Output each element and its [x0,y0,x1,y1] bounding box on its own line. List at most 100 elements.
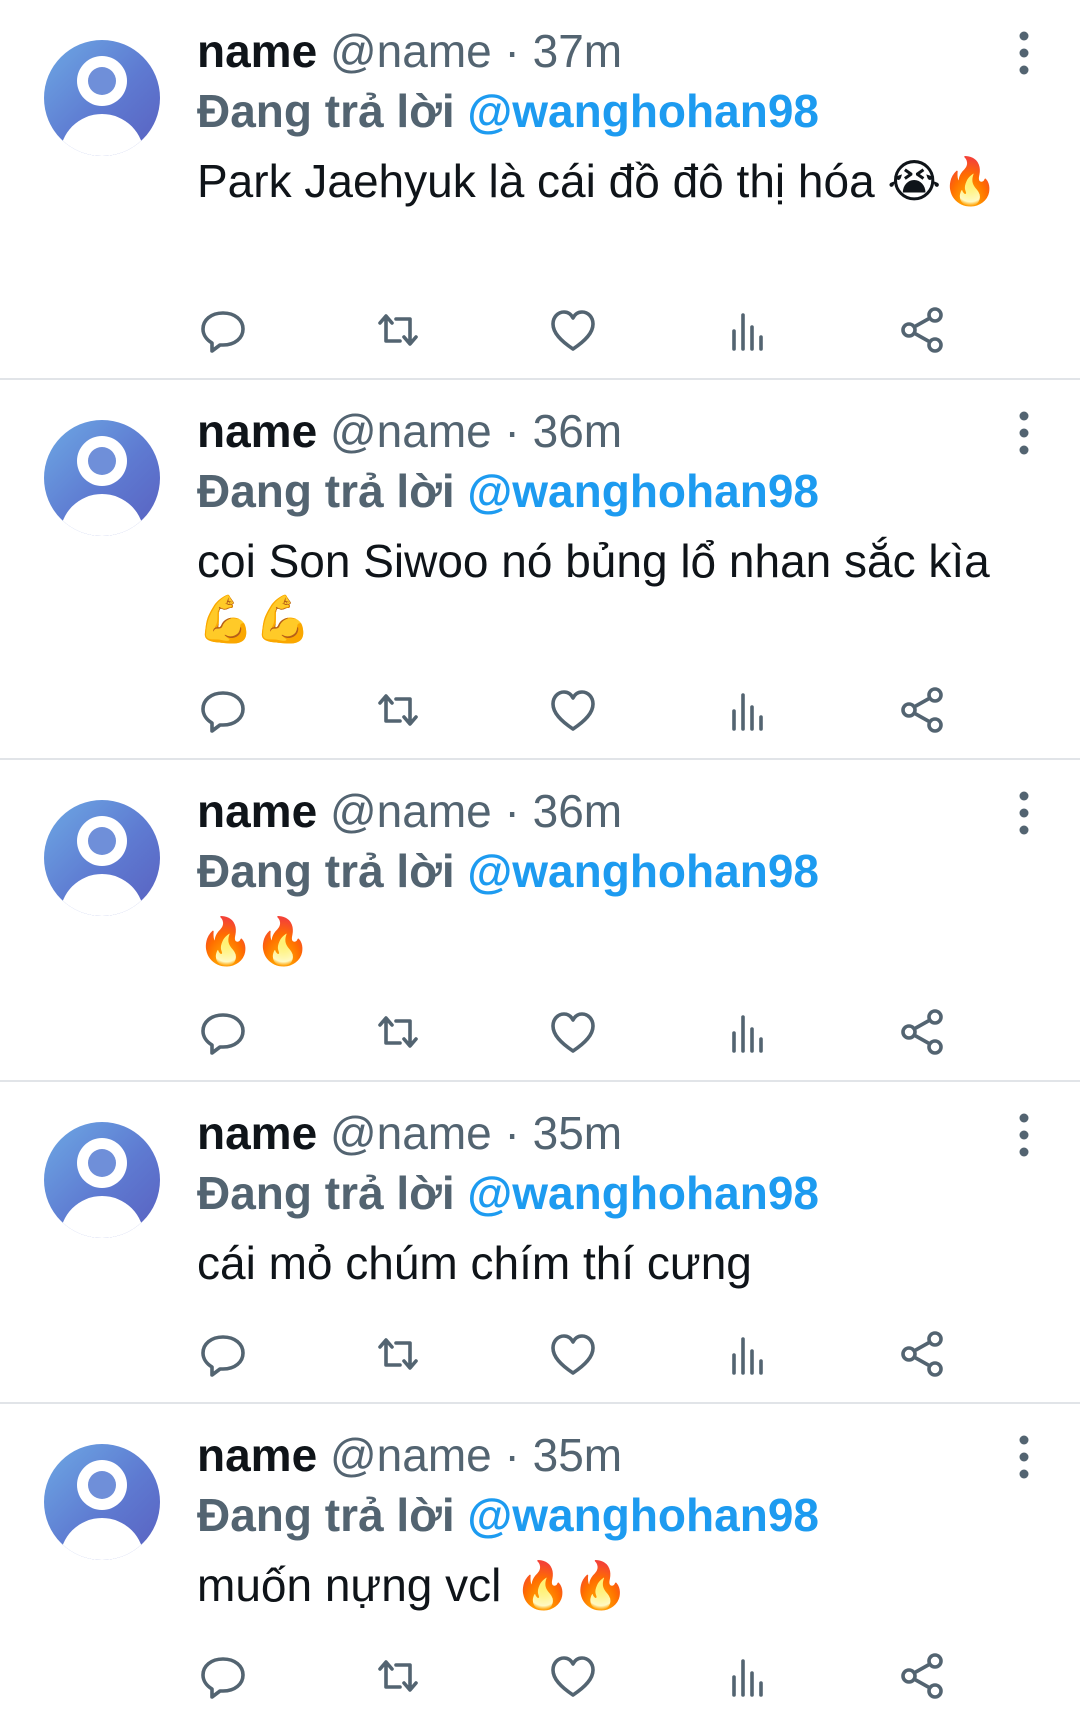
tweet-text: 🔥🔥 [197,915,312,967]
display-name[interactable]: name [197,785,317,837]
tweet-card[interactable]: name @name · 36m Đang trả lời @wanghohan… [0,380,1080,760]
tweet-content: name @name · 36m Đang trả lời @wanghohan… [197,780,1044,970]
tweet-content: name @name · 36m Đang trả lời @wanghohan… [197,400,1044,648]
separator-dot: · [504,785,520,837]
share-icon[interactable] [897,685,949,735]
avatar[interactable] [44,1122,160,1238]
retweet-icon[interactable] [372,685,424,735]
tweet-text: coi Son Siwoo nó bủng lổ nhan sắc kìa 💪💪 [197,535,990,645]
timestamp[interactable]: 36m [533,405,622,457]
reply-context: Đang trả lời @wanghohan98 [197,1164,1044,1222]
heart-icon[interactable] [547,1007,599,1057]
tweet-card[interactable]: name @name · 35m Đang trả lời @wanghohan… [0,1404,1080,1717]
display-name[interactable]: name [197,1107,317,1159]
action-bar [197,1007,1017,1057]
retweet-icon[interactable] [372,1329,424,1379]
avatar-body-shape [60,874,144,916]
heart-icon[interactable] [547,1651,599,1701]
separator-dot: · [504,405,520,457]
action-bar [197,685,1017,735]
action-bar [197,1329,1017,1379]
tweet-text: cái mỏ chúm chím thí cưng [197,1237,752,1289]
display-name[interactable]: name [197,1429,317,1481]
avatar[interactable] [44,1444,160,1560]
timestamp[interactable]: 37m [533,25,622,77]
more-vertical-icon[interactable] [1012,410,1036,456]
share-icon[interactable] [897,1651,949,1701]
tweet-feed: name @name · 37m Đang trả lời @wanghohan… [0,0,1080,1717]
avatar-body-shape [60,1518,144,1560]
tweet-content: name @name · 35m Đang trả lời @wanghohan… [197,1102,1044,1292]
display-name[interactable]: name [197,405,317,457]
avatar[interactable] [44,40,160,156]
tweet-card[interactable]: name @name · 37m Đang trả lời @wanghohan… [0,0,1080,380]
tweet-card[interactable]: name @name · 35m Đang trả lời @wanghohan… [0,1082,1080,1404]
bar-chart-icon[interactable] [722,305,774,355]
tweet-header: name @name · 37m [197,20,1044,82]
timestamp[interactable]: 36m [533,785,622,837]
share-icon[interactable] [897,305,949,355]
comment-icon[interactable] [197,685,249,735]
reply-mention-link[interactable]: @wanghohan98 [467,1489,819,1541]
more-vertical-icon[interactable] [1012,1112,1036,1158]
avatar-body-shape [60,1196,144,1238]
separator-dot: · [504,25,520,77]
tweet-text: Park Jaehyuk là cái đồ đô thị hóa 😭🔥 [197,155,999,207]
comment-icon[interactable] [197,1329,249,1379]
heart-icon[interactable] [547,305,599,355]
avatar[interactable] [44,420,160,536]
avatar-head-shape [77,816,127,866]
avatar-body-shape [60,494,144,536]
share-icon[interactable] [897,1329,949,1379]
reply-context: Đang trả lời @wanghohan98 [197,842,1044,900]
reply-context: Đang trả lời @wanghohan98 [197,82,1044,140]
reply-context: Đang trả lời @wanghohan98 [197,1486,1044,1544]
bar-chart-icon[interactable] [722,1007,774,1057]
share-icon[interactable] [897,1007,949,1057]
more-vertical-icon[interactable] [1012,1434,1036,1480]
comment-icon[interactable] [197,1651,249,1701]
bar-chart-icon[interactable] [722,1329,774,1379]
action-bar [197,1651,1017,1701]
tweet-header: name @name · 36m [197,780,1044,842]
user-handle[interactable]: @name [330,405,492,457]
retweet-icon[interactable] [372,305,424,355]
tweet-content: name @name · 35m Đang trả lời @wanghohan… [197,1424,1044,1614]
display-name[interactable]: name [197,25,317,77]
user-handle[interactable]: @name [330,1429,492,1481]
bar-chart-icon[interactable] [722,1651,774,1701]
reply-mention-link[interactable]: @wanghohan98 [467,845,819,897]
avatar-body-shape [60,114,144,156]
user-handle[interactable]: @name [330,1107,492,1159]
tweet-card[interactable]: name @name · 36m Đang trả lời @wanghohan… [0,760,1080,1082]
heart-icon[interactable] [547,1329,599,1379]
reply-mention-link[interactable]: @wanghohan98 [467,465,819,517]
more-vertical-icon[interactable] [1012,790,1036,836]
tweet-text: muốn nựng vcl 🔥🔥 [197,1559,629,1611]
heart-icon[interactable] [547,685,599,735]
retweet-icon[interactable] [372,1651,424,1701]
user-handle[interactable]: @name [330,25,492,77]
reply-mention-link[interactable]: @wanghohan98 [467,1167,819,1219]
timestamp[interactable]: 35m [533,1429,622,1481]
avatar-head-shape [77,436,127,486]
separator-dot: · [504,1107,520,1159]
separator-dot: · [504,1429,520,1481]
avatar[interactable] [44,800,160,916]
tweet-content: name @name · 37m Đang trả lời @wanghohan… [197,20,1044,210]
reply-prefix: Đang trả lời [197,1489,455,1541]
timestamp[interactable]: 35m [533,1107,622,1159]
comment-icon[interactable] [197,1007,249,1057]
avatar-head-shape [77,1460,127,1510]
action-bar [197,305,1017,355]
avatar-head-shape [77,1138,127,1188]
tweet-header: name @name · 35m [197,1424,1044,1486]
retweet-icon[interactable] [372,1007,424,1057]
reply-prefix: Đang trả lời [197,465,455,517]
comment-icon[interactable] [197,305,249,355]
user-handle[interactable]: @name [330,785,492,837]
tweet-header: name @name · 36m [197,400,1044,462]
reply-mention-link[interactable]: @wanghohan98 [467,85,819,137]
bar-chart-icon[interactable] [722,685,774,735]
more-vertical-icon[interactable] [1012,30,1036,76]
